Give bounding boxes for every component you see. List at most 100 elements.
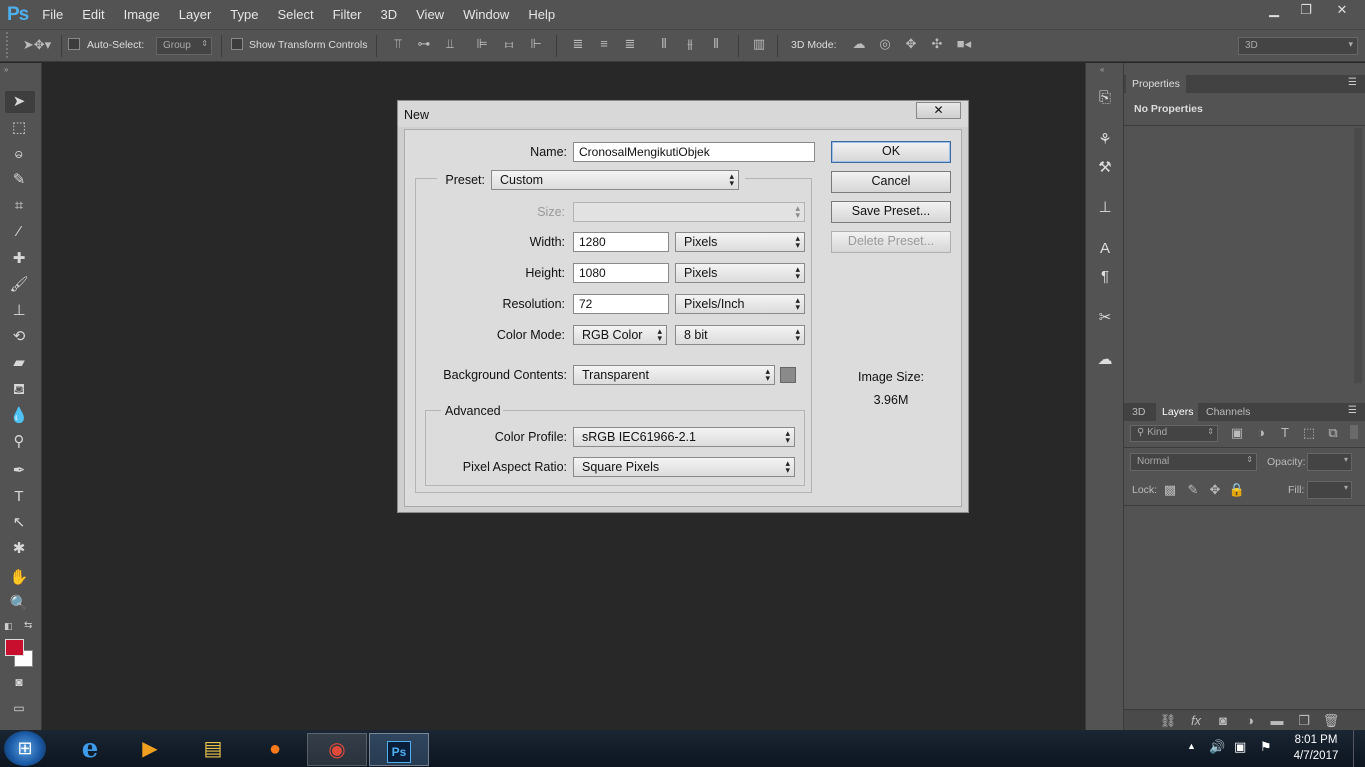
menu-layer[interactable]: Layer: [179, 7, 212, 22]
align-bottom-icon[interactable]: ⫫: [440, 36, 460, 52]
height-unit-dropdown[interactable]: Pixels ▴ ▾: [675, 263, 805, 283]
lock-all-icon[interactable]: 🔒: [1227, 482, 1247, 498]
menu-help[interactable]: Help: [528, 7, 555, 22]
restore-button[interactable]: ❐: [1290, 0, 1322, 22]
dialog-close-button[interactable]: ✕: [916, 102, 961, 119]
menu-type[interactable]: Type: [230, 7, 258, 22]
path-select-tool-icon[interactable]: ↖: [7, 512, 31, 534]
menu-view[interactable]: View: [416, 7, 444, 22]
filter-adjustment-icon[interactable]: ◑: [1251, 425, 1271, 440]
menu-window[interactable]: Window: [463, 7, 509, 22]
eyedropper-tool-icon[interactable]: ⁄: [7, 221, 31, 243]
show-hidden-icons-icon[interactable]: ▲: [1187, 741, 1196, 751]
3d-orbit-icon[interactable]: ☁: [849, 36, 869, 52]
lasso-tool-icon[interactable]: ဓ: [7, 143, 31, 165]
save-preset-button[interactable]: Save Preset...: [831, 201, 951, 223]
menu-filter[interactable]: Filter: [333, 7, 362, 22]
zoom-tool-icon[interactable]: 🔍: [7, 593, 31, 615]
quick-mask-icon[interactable]: ◙: [7, 671, 31, 693]
link-layers-icon[interactable]: ⛓: [1158, 713, 1178, 729]
creative-cloud-icon[interactable]: ☁: [1094, 349, 1116, 371]
pixel-aspect-dropdown[interactable]: Square Pixels ▴ ▾: [573, 457, 795, 477]
default-colors-icon[interactable]: ◧: [4, 621, 13, 632]
distribute-vcenter-icon[interactable]: ≡: [594, 36, 614, 51]
move-tool-icon[interactable]: ➤: [7, 91, 31, 113]
minimize-button[interactable]: ▁: [1258, 0, 1290, 22]
distribute-bottom-icon[interactable]: ≣: [620, 36, 640, 52]
clone-stamp-tool-icon[interactable]: ⊥: [7, 300, 31, 322]
panel-menu-icon[interactable]: ☰: [1348, 77, 1357, 88]
menu-edit[interactable]: Edit: [82, 7, 104, 22]
auto-select-checkbox[interactable]: [68, 38, 85, 51]
history-brush-tool-icon[interactable]: ⟲: [7, 326, 31, 348]
fx-icon[interactable]: fx: [1186, 713, 1206, 728]
healing-brush-tool-icon[interactable]: ✚: [7, 248, 31, 270]
ok-button[interactable]: OK: [831, 141, 951, 163]
menu-select[interactable]: Select: [277, 7, 313, 22]
type-tool-icon[interactable]: T: [7, 486, 31, 508]
media-player-icon[interactable]: ▶: [120, 733, 180, 766]
workspace-dropdown[interactable]: 3D ▾: [1238, 37, 1358, 55]
new-group-icon[interactable]: ▬: [1267, 713, 1287, 728]
distribute-hcenter-icon[interactable]: ⫵: [680, 36, 700, 52]
brush-tool-icon[interactable]: 🖌: [7, 274, 31, 296]
add-mask-icon[interactable]: ◙: [1213, 713, 1233, 728]
auto-select-dropdown[interactable]: Group ⇕: [156, 37, 212, 55]
file-explorer-icon[interactable]: ▤: [183, 733, 243, 766]
start-button[interactable]: ⊞: [4, 731, 46, 766]
show-desktop-button[interactable]: [1353, 730, 1365, 767]
quick-select-tool-icon[interactable]: ✎: [7, 169, 31, 191]
trash-icon[interactable]: 🗑: [1321, 713, 1341, 729]
align-top-icon[interactable]: ⫪: [388, 36, 408, 52]
lock-position-icon[interactable]: ✥: [1205, 482, 1225, 498]
brushes-panel-icon[interactable]: ⚘: [1094, 129, 1116, 151]
clock-date[interactable]: 4/7/2017: [1286, 750, 1346, 762]
align-right-icon[interactable]: ⊩: [526, 36, 546, 52]
tab-3d[interactable]: 3D: [1132, 406, 1145, 418]
foreground-color-swatch[interactable]: [5, 639, 24, 656]
photoshop-taskbar-icon[interactable]: Ps: [369, 733, 429, 766]
align-left-icon[interactable]: ⊫: [472, 36, 492, 52]
3d-slide-icon[interactable]: ✣: [927, 36, 947, 52]
filter-shape-icon[interactable]: ⬚: [1299, 425, 1319, 441]
lock-image-icon[interactable]: ✎: [1183, 482, 1203, 498]
screen-mode-icon[interactable]: ▭: [7, 697, 31, 719]
new-layer-icon[interactable]: ❐: [1294, 713, 1314, 729]
align-vcenter-icon[interactable]: ⊶: [414, 36, 434, 52]
opacity-input[interactable]: ▾: [1307, 453, 1352, 471]
filter-toggle[interactable]: [1350, 425, 1358, 439]
clone-source-panel-icon[interactable]: ⊥: [1094, 197, 1116, 219]
distribute-top-icon[interactable]: ≣: [568, 36, 588, 52]
resolution-input[interactable]: 72: [573, 294, 669, 314]
background-contents-dropdown[interactable]: Transparent ▴ ▾: [573, 365, 775, 385]
blend-mode-dropdown[interactable]: Normal ⇕: [1130, 453, 1257, 471]
bit-depth-dropdown[interactable]: 8 bit ▴ ▾: [675, 325, 805, 345]
character-panel-icon[interactable]: A: [1094, 238, 1116, 260]
name-input[interactable]: CronosalMengikutiObjek: [573, 142, 815, 162]
hand-tool-icon[interactable]: ✋: [7, 567, 31, 589]
fill-input[interactable]: ▾: [1307, 481, 1352, 499]
menu-file[interactable]: File: [42, 7, 63, 22]
width-input[interactable]: 1280: [573, 232, 669, 252]
filter-pixel-icon[interactable]: ▣: [1227, 425, 1247, 441]
internet-explorer-icon[interactable]: e: [60, 733, 120, 766]
collapse-arrows-icon[interactable]: «: [1100, 65, 1104, 74]
filter-type-icon[interactable]: T: [1275, 425, 1295, 440]
filter-kind-dropdown[interactable]: ⚲ Kind ⇕: [1130, 425, 1218, 442]
preset-dropdown[interactable]: Custom ▴ ▾: [491, 170, 739, 190]
brush-presets-panel-icon[interactable]: ⚒: [1094, 157, 1116, 179]
properties-scrollbar[interactable]: [1354, 128, 1362, 383]
blur-tool-icon[interactable]: 💧: [7, 405, 31, 427]
background-color-swatch[interactable]: [780, 367, 796, 383]
3d-pan-icon[interactable]: ✥: [901, 36, 921, 52]
cancel-button[interactable]: Cancel: [831, 171, 951, 193]
eraser-tool-icon[interactable]: ▰: [7, 352, 31, 374]
crop-tool-icon[interactable]: ⌗: [7, 195, 31, 217]
distribute-left-icon[interactable]: ⫴: [654, 36, 674, 52]
auto-align-icon[interactable]: ▥: [749, 36, 769, 52]
adjustment-layer-icon[interactable]: ◑: [1240, 713, 1260, 728]
show-transform-checkbox[interactable]: [231, 38, 248, 51]
properties-tab[interactable]: Properties: [1126, 75, 1186, 93]
network-icon[interactable]: ▣: [1234, 739, 1246, 755]
resolution-unit-dropdown[interactable]: Pixels/Inch ▴ ▾: [675, 294, 805, 314]
